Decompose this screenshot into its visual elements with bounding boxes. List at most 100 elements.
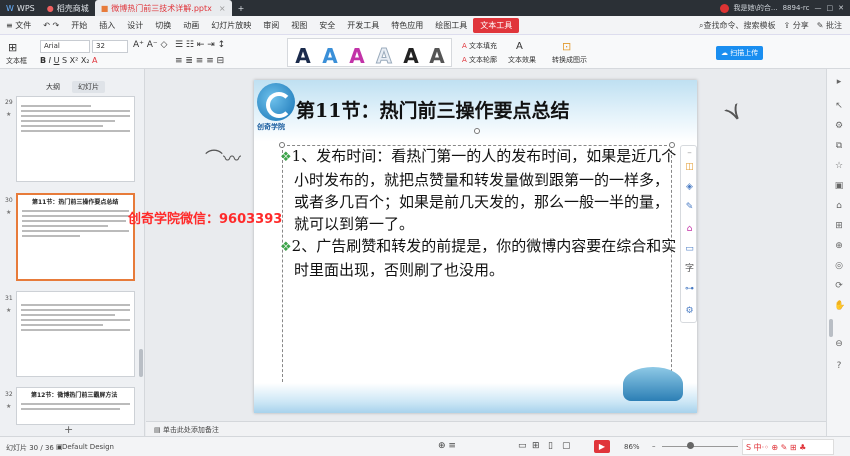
thumb-number: 32 [5,391,13,398]
format-buttons[interactable]: B I U S X² X₂ A [40,56,98,65]
slide-body[interactable]: ❖1、发布时间：看热门第一的人的发布时间，如果是近几个小时发布的，就把点赞量和转… [280,145,680,281]
font-grow-icon[interactable]: A⁺ A⁻ ◇ [133,40,167,50]
minimize-icon[interactable]: — [815,4,822,12]
add-slide-button[interactable]: + [64,423,73,436]
status-bar: 幻灯片 30 / 36 ▣ Default Design ⊕ ≡ ▭ ⊞ ▯ ▢… [0,436,850,456]
menu-developer[interactable]: 开发工具 [341,20,385,31]
text-effect-button[interactable]: 文本效果 [508,55,536,65]
avatar[interactable] [719,3,729,13]
user-sub: 8894-rc [782,4,810,12]
wordart-style-2[interactable]: A [318,44,342,68]
slide-thumb-30[interactable]: 第11节：热门前三操作要点总结 [16,193,135,281]
file-menu[interactable]: ≡ 文件 [0,20,37,31]
gear-icon[interactable]: ⚙ [834,121,844,131]
layers-icon[interactable]: ◈ [684,182,695,193]
animate-icon[interactable]: ⚙ [684,306,695,317]
menu-animation[interactable]: 动画 [177,20,205,31]
minus-circle-icon[interactable]: ⊖ [834,339,844,349]
text-icon[interactable]: 字 [684,264,695,275]
grid-icon[interactable]: ⊞ [834,221,844,231]
canvas-scrollbar[interactable] [829,319,833,337]
eraser-icon[interactable]: ⌂ [684,224,695,235]
share-button[interactable]: ⇪ 分享 [784,20,809,31]
maximize-icon[interactable]: □ [827,4,834,12]
collapse-sidebar-icon[interactable]: ▸ [834,77,844,87]
tab-slides[interactable]: 幻灯片 [72,81,105,93]
lock-icon[interactable]: ⊕ [834,241,844,251]
link-icon[interactable]: ⊶ [684,284,695,295]
menu-transition[interactable]: 切换 [149,20,177,31]
spell-check-icon[interactable]: ⊕ ≡ [438,441,456,451]
view-notes-icon[interactable]: ▢ [562,441,571,451]
slide-thumb-31[interactable] [16,291,135,377]
menu-security[interactable]: 安全 [313,20,341,31]
view-reading-icon[interactable]: ▯ [548,441,553,451]
slide-title[interactable]: 第11节：热门前三操作要点总结 [296,96,569,123]
menu-start[interactable]: 开始 [65,20,93,31]
target-icon[interactable]: ◎ [834,261,844,271]
tab-outline[interactable]: 大纲 [40,81,66,93]
wordart-style-4[interactable]: A [372,44,396,69]
new-tab-button[interactable]: + [232,0,251,16]
search-command[interactable]: ⌕查找命令、搜索模板 [699,20,775,31]
comment-button[interactable]: ✎ 批注 [817,20,842,31]
textbox-button[interactable]: 文本框 [6,56,27,66]
wordart-style-3[interactable]: A [345,44,369,68]
copy-icon[interactable]: ⧉ [834,141,844,151]
font-select[interactable]: Arial [40,40,90,53]
zoom-out-icon[interactable]: – [652,442,656,450]
tab-document[interactable]: ■ 微博热门前三技术详解.pptx × [94,0,232,16]
image-icon[interactable]: ▣ [834,181,844,191]
pen-icon[interactable]: ✎ [684,202,695,213]
cloud-upload-button[interactable]: ☁ 扫描上传 [716,46,764,60]
hand-icon[interactable]: ✋ [834,301,845,311]
menu-insert[interactable]: 插入 [93,20,121,31]
menu-text-tools[interactable]: 文本工具 [473,17,520,33]
bullet-icon: ❖ [280,240,292,255]
font-size-select[interactable]: 32 [92,40,128,53]
panel-scrollbar[interactable] [139,349,143,377]
sync-icon[interactable]: ⟳ [834,281,844,291]
close-window-icon[interactable]: ✕ [838,4,844,12]
rotate-handle[interactable] [474,128,480,134]
help-icon[interactable]: ? [834,361,844,371]
menu-slideshow[interactable]: 幻灯片放映 [205,20,257,31]
star-outline-icon[interactable]: ☆ [834,161,844,171]
wordart-style-5[interactable]: A [399,44,423,68]
menu-drawing-tools[interactable]: 绘图工具 [429,20,473,31]
text-fill-button[interactable]: A 文本填充 [462,41,497,51]
undo-icon[interactable]: ↶ ↷ [37,21,65,30]
zoom-level: 86% [624,443,640,451]
menu-view[interactable]: 视图 [285,20,313,31]
home-icon[interactable]: ⌂ [834,201,844,211]
menu-bar: ≡ 文件 ↶ ↷ 开始 插入 设计 切换 动画 幻灯片放映 审阅 视图 安全 开… [0,16,850,35]
view-normal-icon[interactable]: ▭ [518,441,527,451]
align-buttons[interactable]: ≡ ≣ ≡ ≡ ⊟ [175,56,224,66]
slide-thumb-32[interactable]: 第12节：微博热门前三霸屏方法 [16,387,135,425]
zoom-slider-thumb[interactable] [687,442,694,449]
wordart-gallery: A A A A A A [287,38,452,69]
menu-features[interactable]: 特色应用 [385,20,429,31]
wordart-style-6[interactable]: A [425,44,449,68]
notes-bar[interactable]: ▤ 单击此处添加备注 [146,421,826,436]
close-tab-icon[interactable]: × [219,4,226,13]
slide[interactable]: 创奇学院 第11节：热门前三操作要点总结 ❖1、发布时间：看热门第一的人的发布时… [254,80,697,413]
textbox-icon[interactable]: ⊞ [8,41,17,54]
slide-thumb-29[interactable] [16,96,135,182]
menu-review[interactable]: 审阅 [257,20,285,31]
menu-design[interactable]: 设计 [121,20,149,31]
list-buttons[interactable]: ☰ ☷ ⇤ ⇥ ↕ [175,40,225,50]
play-button[interactable]: ▶ [594,440,610,453]
shape-icon[interactable]: ◫ [684,162,695,173]
wordart-style-1[interactable]: A [291,44,315,68]
outline-icon[interactable]: ▭ [684,244,695,255]
view-sorter-icon[interactable]: ⊞ [532,441,540,451]
convert-button[interactable]: 转换成图示 [552,55,587,65]
tab-docer[interactable]: ● 稻壳商城 [41,0,95,16]
text-outline-button[interactable]: A 文本轮廓 [462,55,497,65]
input-method-bar[interactable]: S 中·◦ ⊕ ✎ ⊞ ♣ [742,439,834,455]
zoom-slider[interactable] [662,446,738,447]
collapse-icon[interactable]: – [684,148,695,159]
tab-wps[interactable]: W WPS [0,0,41,16]
arrow-icon[interactable]: ↖ [834,101,844,111]
